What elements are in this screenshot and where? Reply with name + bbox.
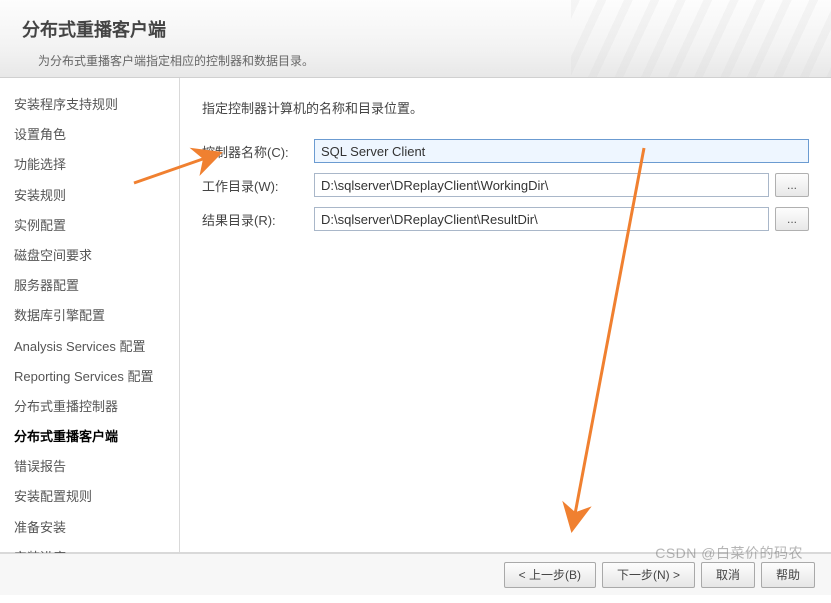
wizard-content: 指定控制器计算机的名称和目录位置。 控制器名称(C):工作目录(W):...结果…	[180, 78, 831, 552]
page-title: 分布式重播客户端	[22, 16, 809, 42]
sidebar-item-7[interactable]: 数据库引擎配置	[0, 301, 179, 331]
sidebar-item-0[interactable]: 安装程序支持规则	[0, 90, 179, 120]
form-row-0: 控制器名称(C):	[202, 139, 809, 163]
sidebar-item-10[interactable]: 分布式重播控制器	[0, 392, 179, 422]
form-input-1[interactable]	[314, 173, 769, 197]
sidebar-item-4[interactable]: 实例配置	[0, 211, 179, 241]
form-row-2: 结果目录(R):...	[202, 207, 809, 231]
form-label-2: 结果目录(R):	[202, 210, 314, 229]
form-input-0[interactable]	[314, 139, 809, 163]
browse-button-1[interactable]: ...	[775, 173, 809, 197]
help-button[interactable]: 帮助	[761, 562, 815, 588]
cancel-button[interactable]: 取消	[701, 562, 755, 588]
form-input-2[interactable]	[314, 207, 769, 231]
sidebar-item-9[interactable]: Reporting Services 配置	[0, 362, 179, 392]
sidebar-item-8[interactable]: Analysis Services 配置	[0, 332, 179, 362]
wizard-footer: < 上一步(B) 下一步(N) > 取消 帮助	[0, 553, 831, 595]
back-button[interactable]: < 上一步(B)	[504, 562, 596, 588]
sidebar-item-1[interactable]: 设置角色	[0, 120, 179, 150]
page-subtitle: 为分布式重播客户端指定相应的控制器和数据目录。	[22, 52, 809, 69]
form-label-0: 控制器名称(C):	[202, 142, 314, 161]
content-instruction: 指定控制器计算机的名称和目录位置。	[202, 98, 809, 117]
sidebar-item-13[interactable]: 安装配置规则	[0, 482, 179, 512]
sidebar-item-12[interactable]: 错误报告	[0, 452, 179, 482]
sidebar-item-3[interactable]: 安装规则	[0, 181, 179, 211]
sidebar-item-6[interactable]: 服务器配置	[0, 271, 179, 301]
wizard-sidebar: 安装程序支持规则设置角色功能选择安装规则实例配置磁盘空间要求服务器配置数据库引擎…	[0, 78, 180, 552]
sidebar-item-5[interactable]: 磁盘空间要求	[0, 241, 179, 271]
form-row-1: 工作目录(W):...	[202, 173, 809, 197]
sidebar-item-14[interactable]: 准备安装	[0, 513, 179, 543]
browse-button-2[interactable]: ...	[775, 207, 809, 231]
sidebar-item-2[interactable]: 功能选择	[0, 150, 179, 180]
form-label-1: 工作目录(W):	[202, 176, 314, 195]
wizard-header: 分布式重播客户端 为分布式重播客户端指定相应的控制器和数据目录。	[0, 0, 831, 78]
next-button[interactable]: 下一步(N) >	[602, 562, 695, 588]
sidebar-item-11[interactable]: 分布式重播客户端	[0, 422, 179, 452]
